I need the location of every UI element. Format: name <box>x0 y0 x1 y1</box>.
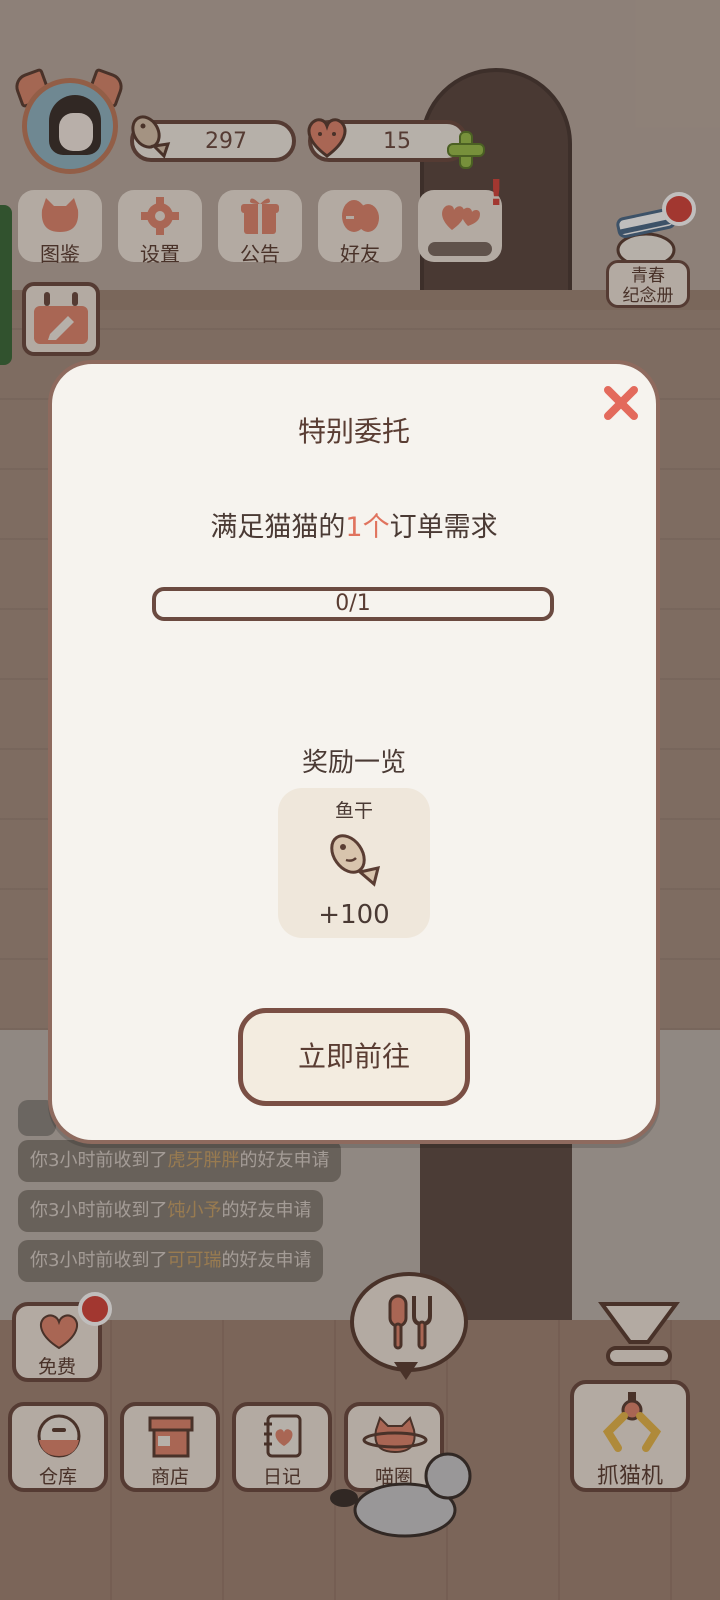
order-count: 1个 <box>345 512 390 543</box>
go-now-button[interactable]: 立即前往 <box>238 1008 470 1106</box>
dried-fish-icon <box>330 834 381 887</box>
reward-card[interactable]: 鱼干 +100 <box>278 788 430 938</box>
progress-text: 0/1 <box>335 591 371 616</box>
reward-section-title: 奖励一览 <box>301 748 406 778</box>
commission-description: 满足猫猫的1个订单需求 <box>210 512 498 543</box>
commission-progress-bar: 0/1 <box>152 587 554 621</box>
reward-name: 鱼干 <box>334 800 373 822</box>
dialog-title: 特别委托 <box>297 415 410 448</box>
reward-amount: +100 <box>318 900 390 930</box>
